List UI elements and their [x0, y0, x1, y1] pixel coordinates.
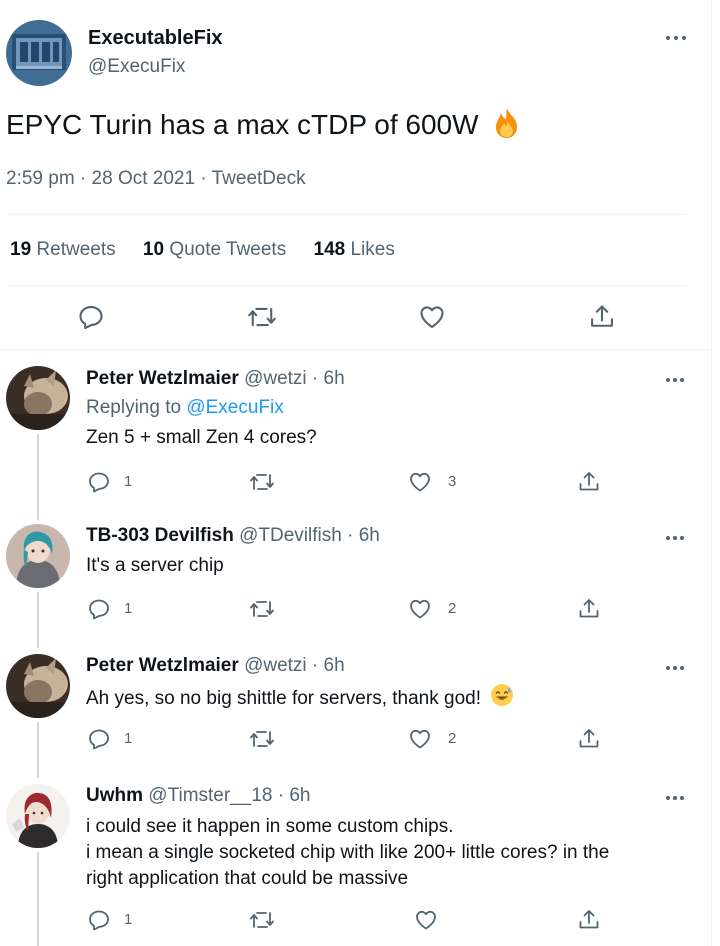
reply-icon[interactable] [77, 303, 105, 331]
divider [0, 349, 712, 350]
tweet-text: EPYC Turin has a max cTDP of 600W [6, 106, 524, 147]
reply-text: i could see it happen in some custom chi… [86, 814, 686, 892]
reply-tweet[interactable]: TB-303 Devilfish @TDevilfish · 6h It's a… [0, 524, 712, 632]
main-tweet-header: ExecutableFix @ExecuFix [6, 20, 706, 90]
author-handle[interactable]: @TDevilfish [239, 525, 342, 546]
retweet-icon[interactable] [249, 597, 275, 621]
quote-tweets-stat[interactable]: 10 Quote Tweets [143, 239, 286, 260]
reply-count: 1 [124, 730, 133, 747]
likes-label: Likes [350, 239, 395, 260]
reply-icon[interactable] [87, 597, 111, 621]
share-icon[interactable] [588, 303, 616, 331]
reply-text-line: i could see it happen in some custom chi… [86, 816, 454, 837]
tweet-stats: 19 Retweets 10 Quote Tweets 148 Likes [10, 239, 417, 261]
likes-stat[interactable]: 148 Likes [314, 239, 395, 260]
author-name[interactable]: ExecutableFix [88, 27, 223, 50]
reply-time[interactable]: · 6h [312, 655, 345, 676]
like-icon[interactable] [414, 908, 438, 932]
author-name[interactable]: Peter Wetzlmaier [86, 655, 239, 676]
author-handle[interactable]: @wetzi [244, 368, 307, 389]
reply-text-content: Ah yes, so no big shittle for servers, t… [86, 688, 481, 710]
share-icon[interactable] [577, 470, 601, 494]
reply-header: TB-303 Devilfish @TDevilfish · 6h [86, 525, 380, 547]
more-options-icon[interactable] [666, 794, 690, 802]
more-options-icon[interactable] [666, 534, 690, 542]
divider [6, 214, 686, 215]
share-icon[interactable] [577, 597, 601, 621]
like-icon[interactable] [408, 597, 432, 621]
reply-count: 1 [124, 911, 133, 928]
reply-text: Zen 5 + small Zen 4 cores? [86, 427, 317, 448]
author-handle[interactable]: @wetzi [244, 655, 307, 676]
reply-tweet[interactable]: Peter Wetzlmaier @wetzi · 6h Replying to… [0, 366, 712, 500]
tweet-timestamp[interactable]: 2:59 pm · 28 Oct 2021 · TweetDeck [6, 168, 306, 190]
retweets-label: Retweets [36, 239, 116, 260]
reply-icon[interactable] [87, 727, 111, 751]
author-handle[interactable]: @ExecuFix [88, 56, 185, 78]
reply-count: 1 [124, 600, 133, 617]
reply-text-line: i mean a single socketed chip with like … [86, 842, 610, 863]
author-name[interactable]: TB-303 Devilfish [86, 525, 234, 546]
avatar[interactable] [6, 784, 70, 848]
retweet-icon[interactable] [247, 303, 277, 331]
retweets-count: 19 [10, 239, 32, 260]
retweet-icon[interactable] [249, 727, 275, 751]
reply-header: Uwhm @Timster__18 · 6h [86, 785, 311, 807]
replying-to-link[interactable]: @ExecuFix [186, 397, 283, 418]
likes-count: 148 [313, 239, 346, 260]
avatar[interactable] [6, 524, 70, 588]
reply-text: It's a server chip [86, 555, 224, 576]
reply-tweet[interactable]: Uwhm @Timster__18 · 6h i could see it ha… [0, 784, 712, 946]
avatar[interactable] [6, 366, 70, 430]
like-count: 2 [448, 730, 457, 747]
more-options-icon[interactable] [666, 34, 690, 42]
like-icon[interactable] [418, 303, 446, 331]
reply-time[interactable]: · 6h [347, 525, 380, 546]
more-options-icon[interactable] [666, 664, 690, 672]
reply-count: 1 [124, 473, 133, 490]
author-name[interactable]: Uwhm [86, 785, 143, 806]
tweet-text-content: EPYC Turin has a max cTDP of 600W [6, 108, 479, 140]
reply-time[interactable]: · 6h [312, 368, 345, 389]
share-icon[interactable] [577, 908, 601, 932]
reply-header: Peter Wetzlmaier @wetzi · 6h [86, 655, 345, 677]
divider [6, 285, 686, 286]
like-count: 3 [448, 473, 457, 490]
sweat-smile-emoji-icon [490, 683, 514, 715]
quotes-label: Quote Tweets [169, 239, 287, 260]
like-count: 2 [448, 600, 457, 617]
reply-header: Peter Wetzlmaier @wetzi · 6h [86, 368, 345, 390]
reply-tweet[interactable]: Peter Wetzlmaier @wetzi · 6h Ah yes, so … [0, 654, 712, 762]
reply-text: Ah yes, so no big shittle for servers, t… [86, 683, 686, 715]
fire-emoji-icon [490, 106, 524, 147]
reply-time[interactable]: · 6h [278, 785, 311, 806]
reply-icon[interactable] [87, 908, 111, 932]
like-icon[interactable] [408, 727, 432, 751]
replying-prefix: Replying to [86, 397, 182, 418]
retweet-icon[interactable] [249, 470, 275, 494]
avatar[interactable] [6, 20, 72, 86]
quotes-count: 10 [142, 239, 165, 260]
replying-to: Replying to @ExecuFix [86, 397, 284, 419]
more-options-icon[interactable] [666, 376, 690, 384]
author-name[interactable]: Peter Wetzlmaier [86, 368, 239, 389]
author-handle[interactable]: @Timster__18 [148, 785, 272, 806]
share-icon[interactable] [577, 727, 601, 751]
retweet-icon[interactable] [249, 908, 275, 932]
avatar[interactable] [6, 654, 70, 718]
retweets-stat[interactable]: 19 Retweets [10, 239, 116, 260]
like-icon[interactable] [408, 470, 432, 494]
reply-text-line: right application that could be massive [86, 868, 409, 889]
reply-icon[interactable] [87, 470, 111, 494]
